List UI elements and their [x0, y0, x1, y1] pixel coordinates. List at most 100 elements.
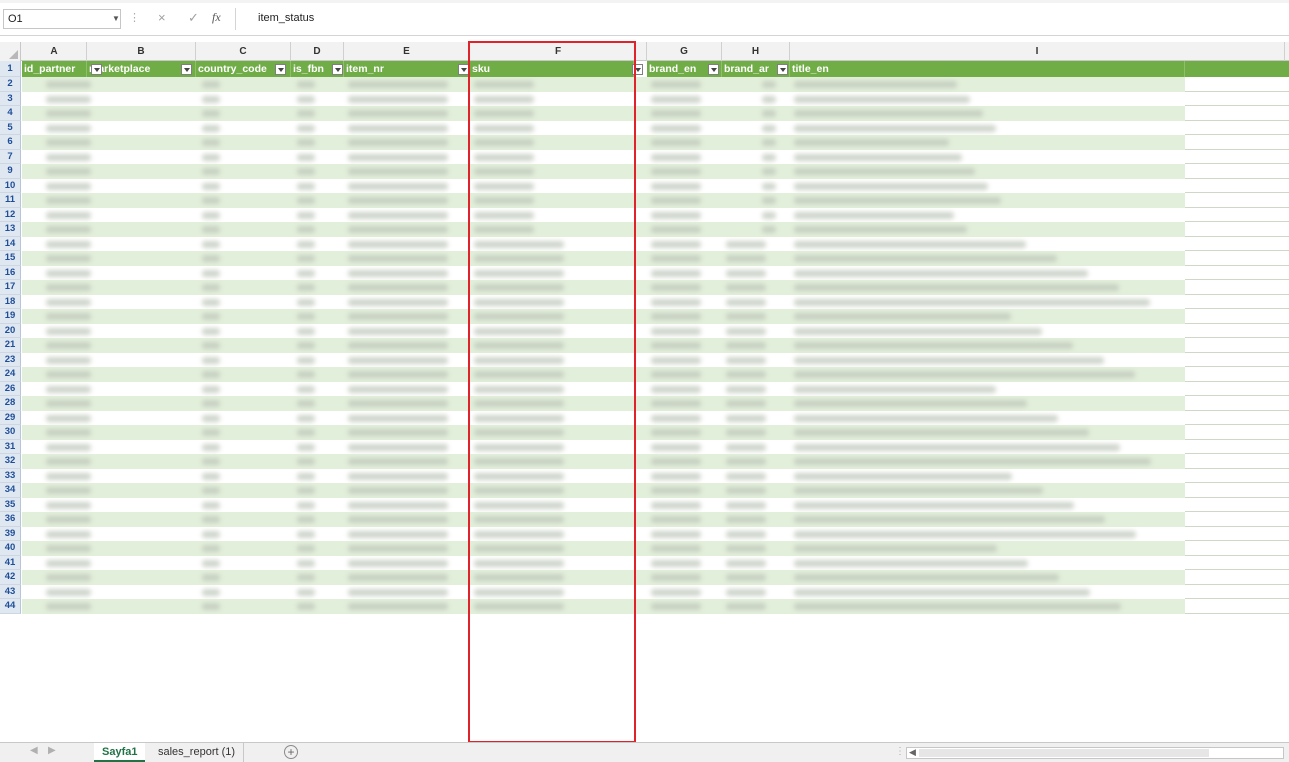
row-tail-cell[interactable] — [1185, 208, 1289, 222]
horizontal-scrollbar[interactable]: ◀ — [906, 747, 1284, 759]
row-tail-cell[interactable] — [1185, 469, 1289, 483]
row-tail-cell[interactable] — [1185, 280, 1289, 295]
row-number[interactable]: 15 — [0, 251, 21, 266]
row-tail-cell[interactable] — [1185, 512, 1289, 527]
row-number[interactable]: 9 — [0, 164, 21, 179]
row-tail-cell[interactable] — [1185, 440, 1289, 454]
header-cell-marketplace[interactable]: marketplace — [87, 61, 196, 77]
column-header-a[interactable]: A — [22, 42, 87, 61]
row-cells[interactable] — [22, 483, 1185, 498]
row-number[interactable]: 44 — [0, 599, 21, 614]
row-tail-cell[interactable] — [1185, 179, 1289, 193]
column-header-f[interactable]: F — [470, 42, 647, 61]
row-tail-cell[interactable] — [1185, 324, 1289, 338]
cancel-icon[interactable]: × — [158, 10, 166, 25]
row-number[interactable]: 19 — [0, 309, 21, 324]
filter-dropdown-icon[interactable] — [777, 64, 788, 75]
row-number[interactable]: 2 — [0, 77, 21, 92]
column-header-g[interactable]: G — [647, 42, 722, 61]
row-tail-cell[interactable] — [1185, 106, 1289, 121]
scrollbar-thumb[interactable] — [919, 749, 1209, 757]
row-tail-cell[interactable] — [1185, 454, 1289, 469]
column-header-e[interactable]: E — [344, 42, 470, 61]
row-tail-cell[interactable] — [1185, 237, 1289, 251]
sheet-nav-prev-icon[interactable]: ◀ — [30, 745, 38, 756]
filter-dropdown-icon[interactable] — [275, 64, 286, 75]
row-cells[interactable] — [22, 381, 1185, 396]
row-number[interactable]: 40 — [0, 541, 21, 556]
filter-dropdown-icon[interactable] — [181, 64, 192, 75]
row-tail-cell[interactable] — [1185, 411, 1289, 425]
row-cells[interactable] — [22, 468, 1185, 483]
enter-check-icon[interactable]: ✓ — [188, 10, 199, 26]
row-number[interactable]: 35 — [0, 497, 21, 512]
row-cells[interactable] — [22, 396, 1185, 411]
row-tail-cell[interactable] — [1185, 541, 1289, 556]
scroll-left-icon[interactable]: ◀ — [909, 747, 916, 758]
row-number[interactable]: 12 — [0, 207, 21, 222]
row-number[interactable]: 32 — [0, 454, 21, 469]
row-cells[interactable] — [22, 106, 1185, 121]
select-all-button[interactable] — [0, 42, 21, 61]
row-number[interactable]: 43 — [0, 584, 21, 599]
name-box[interactable]: O1 ▼ — [3, 9, 121, 29]
row-tail-cell[interactable] — [1185, 425, 1289, 440]
row-cells[interactable] — [22, 526, 1185, 541]
spreadsheet-grid[interactable]: ABCDEFGHI 1 id_partner marketplace country_… — [0, 42, 1289, 742]
row-cells[interactable] — [22, 135, 1185, 150]
row-number[interactable]: 14 — [0, 236, 21, 251]
row-cells[interactable] — [22, 222, 1185, 237]
row-number[interactable]: 39 — [0, 526, 21, 541]
row-tail-cell[interactable] — [1185, 570, 1289, 585]
row-number[interactable]: 7 — [0, 149, 21, 164]
row-cells[interactable] — [22, 410, 1185, 425]
row-number[interactable]: 24 — [0, 367, 21, 382]
row-cells[interactable] — [22, 164, 1185, 179]
row-cells[interactable] — [22, 294, 1185, 309]
row-cells[interactable] — [22, 367, 1185, 382]
row-tail-cell[interactable] — [1185, 353, 1289, 367]
row-tail-cell[interactable] — [1185, 483, 1289, 498]
row-cells[interactable] — [22, 555, 1185, 570]
row-cells[interactable] — [22, 323, 1185, 338]
row-tail-cell[interactable] — [1185, 382, 1289, 396]
row-number[interactable]: 28 — [0, 396, 21, 411]
row-cells[interactable] — [22, 584, 1185, 599]
header-cell-id-partner[interactable]: id_partner — [22, 61, 87, 77]
row-number[interactable]: 29 — [0, 410, 21, 425]
row-cells[interactable] — [22, 193, 1185, 208]
row-tail-cell[interactable] — [1185, 193, 1289, 208]
row-cells[interactable] — [22, 352, 1185, 367]
row-cells[interactable] — [22, 454, 1185, 469]
header-cell-item-nr[interactable]: item_nr — [344, 61, 470, 77]
row-cells[interactable] — [22, 570, 1185, 585]
filter-dropdown-icon[interactable] — [708, 64, 719, 75]
row-number[interactable]: 11 — [0, 193, 21, 208]
row-cells[interactable] — [22, 236, 1185, 251]
row-cells[interactable] — [22, 541, 1185, 556]
row-tail-cell[interactable] — [1185, 367, 1289, 382]
chevron-down-icon[interactable]: ▼ — [112, 14, 120, 23]
row-number[interactable]: 30 — [0, 425, 21, 440]
row-tail-cell[interactable] — [1185, 396, 1289, 411]
row-number[interactable]: 41 — [0, 555, 21, 570]
row-number[interactable]: 18 — [0, 294, 21, 309]
row-number[interactable]: 6 — [0, 135, 21, 150]
row-cells[interactable] — [22, 251, 1185, 266]
filter-dropdown-icon[interactable] — [332, 64, 343, 75]
row-number[interactable]: 33 — [0, 468, 21, 483]
row-cells[interactable] — [22, 91, 1185, 106]
row-tail-cell[interactable] — [1185, 164, 1289, 179]
row-cells[interactable] — [22, 338, 1185, 353]
row-cells[interactable] — [22, 120, 1185, 135]
row-tail-cell[interactable] — [1185, 222, 1289, 237]
row-number[interactable]: 36 — [0, 512, 21, 527]
row-tail-cell[interactable] — [1185, 121, 1289, 135]
row-number[interactable]: 23 — [0, 352, 21, 367]
header-cell-sku[interactable]: sku — [470, 61, 634, 77]
row-tail-cell[interactable] — [1185, 150, 1289, 164]
row-number[interactable]: 17 — [0, 280, 21, 295]
row-cells[interactable] — [22, 599, 1185, 614]
scroll-splitter-icon[interactable]: ⋮ — [895, 746, 905, 757]
filter-dropdown-icon[interactable] — [632, 64, 643, 75]
